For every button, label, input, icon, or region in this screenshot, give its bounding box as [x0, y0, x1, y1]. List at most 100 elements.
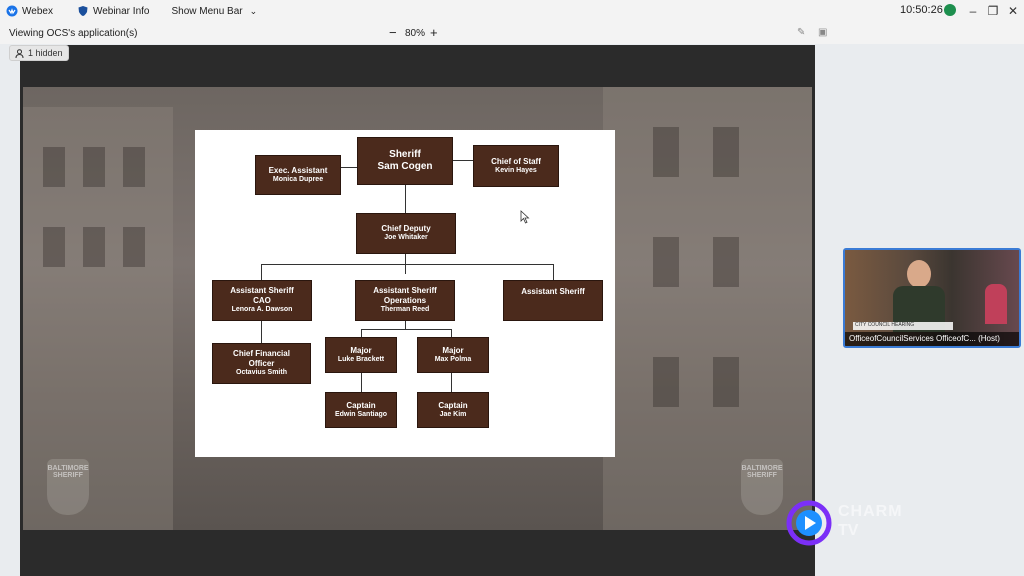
major1-title: Major — [350, 345, 372, 355]
ops-title1: Assistant Sheriff — [373, 286, 437, 296]
app-name: Webex — [22, 5, 53, 17]
connector — [361, 373, 362, 392]
zoom-level: 80% — [405, 28, 426, 39]
speaker-head — [907, 260, 931, 288]
charm-tv-icon — [786, 500, 832, 546]
org-box-cfo: Chief Financial Officer Octavius Smith — [212, 343, 311, 384]
org-box-captain-2: Captain Jae Kim — [417, 392, 489, 428]
clock: 10:50:26 — [900, 4, 943, 16]
major1-name: Luke Brackett — [337, 355, 385, 363]
chevron-down-icon: ⌄ — [249, 5, 258, 16]
connector — [553, 264, 554, 280]
attendee-figure — [985, 284, 1007, 324]
shared-screen: BALTIMORE SHERIFF BALTIMORE SHERIFF Sher… — [20, 45, 902, 576]
org-box-major-2: Major Max Polma — [417, 337, 489, 373]
org-box-chief-of-staff: Chief of Staff Kevin Hayes — [473, 145, 559, 187]
hidden-count-label: 1 hidden — [28, 48, 63, 58]
org-box-assistant-sheriff-cao: Assistant Sheriff CAO Lenora A. Dawson — [212, 280, 312, 321]
capt1-name: Edwin Santiago — [334, 410, 388, 418]
connector — [261, 321, 262, 343]
org-box-chief-deputy: Chief Deputy Joe Whitaker — [356, 213, 456, 254]
minimize-button[interactable]: – — [964, 2, 982, 20]
host-video-thumbnail[interactable]: CITY COUNCIL HEARING OfficeofCouncilServ… — [843, 248, 1021, 348]
capt2-title: Captain — [438, 400, 468, 410]
cos-name: Kevin Hayes — [495, 166, 537, 174]
connector — [451, 329, 452, 337]
exec-title: Exec. Assistant — [268, 165, 328, 175]
connector — [453, 160, 473, 161]
webex-logo-icon — [6, 5, 18, 17]
cos-title: Chief of Staff — [491, 156, 541, 166]
connector — [261, 264, 262, 280]
org-box-assistant-sheriff-ops: Assistant Sheriff Operations Therman Ree… — [355, 280, 455, 321]
thumbnail-name-label: OfficeofCouncilServices OfficeofC... (Ho… — [845, 332, 1019, 346]
zoom-out-button[interactable]: − — [389, 25, 397, 40]
webinar-info-label: Webinar Info — [92, 5, 150, 17]
window — [653, 357, 679, 407]
org-box-sheriff: Sheriff Sam Cogen — [357, 137, 453, 185]
show-menu-bar-button[interactable]: Show Menu Bar ⌄ — [165, 0, 263, 22]
deputy-name: Joe Whitaker — [384, 234, 428, 242]
sheriff-title: Sheriff — [389, 148, 421, 160]
cfo-title1: Chief Financial — [233, 349, 290, 359]
window — [83, 147, 105, 187]
status-indicator-icon — [944, 4, 956, 16]
org-box-exec-assistant: Exec. Assistant Monica Dupree — [255, 155, 341, 195]
capt2-name: Jae Kim — [439, 410, 467, 418]
sheriff-name: Sam Cogen — [377, 161, 433, 172]
close-button[interactable]: ✕ — [1004, 2, 1022, 20]
connector — [341, 167, 357, 168]
viewing-bar: Viewing OCS's application(s) − 80% + ✎ ▣ — [0, 22, 1024, 44]
connector — [451, 373, 452, 392]
major2-name: Max Polma — [434, 355, 472, 363]
zoom-in-button[interactable]: + — [430, 25, 438, 40]
sheriff-badge-logo-left: BALTIMORE SHERIFF — [47, 459, 89, 515]
tv-text: TV — [838, 522, 859, 539]
window — [83, 227, 105, 267]
webex-app-menu[interactable]: Webex — [0, 0, 59, 22]
cao-title1: Assistant Sheriff — [230, 286, 294, 296]
window — [713, 237, 739, 287]
connector — [405, 185, 406, 213]
cfo-name: Octavius Smith — [236, 369, 287, 377]
cao-title2: CAO — [253, 296, 271, 306]
annotate-icon[interactable]: ✎ — [797, 27, 809, 39]
show-menu-bar-label: Show Menu Bar — [171, 5, 243, 17]
restore-button[interactable]: ❐ — [984, 2, 1002, 20]
window — [713, 357, 739, 407]
shield-icon — [78, 6, 88, 16]
exec-name: Monica Dupree — [272, 175, 324, 183]
connector — [361, 329, 451, 330]
hearing-banner: CITY COUNCIL HEARING — [853, 322, 953, 330]
hidden-participants-badge[interactable]: 1 hidden — [9, 45, 69, 61]
window — [43, 147, 65, 187]
asst-title: Assistant Sheriff — [521, 287, 585, 296]
major2-title: Major — [442, 345, 464, 355]
window — [653, 237, 679, 287]
org-chart: Sheriff Sam Cogen Exec. Assistant Monica… — [195, 130, 615, 457]
person-icon — [15, 48, 24, 58]
window — [43, 227, 65, 267]
window — [713, 127, 739, 177]
mouse-cursor-icon — [520, 210, 530, 224]
window — [653, 127, 679, 177]
viewing-title: Viewing OCS's application(s) — [9, 28, 138, 39]
webinar-info-button[interactable]: Webinar Info — [71, 0, 156, 22]
org-box-major-1: Major Luke Brackett — [325, 337, 397, 373]
deputy-title: Chief Deputy — [381, 224, 431, 234]
title-bar: Webex Webinar Info Show Menu Bar ⌄ 10:50… — [0, 0, 1024, 22]
popout-icon[interactable]: ▣ — [818, 27, 830, 39]
ops-name: Therman Reed — [380, 306, 430, 314]
connector — [405, 321, 406, 329]
cfo-title2: Officer — [248, 359, 275, 369]
charm-tv-logo: CHARM TV — [786, 500, 902, 551]
sheriff-badge-logo-right: BALTIMORE SHERIFF — [741, 459, 783, 515]
ops-title2: Operations — [383, 296, 427, 306]
connector — [261, 264, 553, 265]
window — [123, 227, 145, 267]
cao-name: Lenora A. Dawson — [231, 306, 293, 314]
connector — [361, 329, 362, 337]
charm-text: CHARM — [838, 503, 903, 520]
window — [123, 147, 145, 187]
capt1-title: Captain — [346, 400, 376, 410]
